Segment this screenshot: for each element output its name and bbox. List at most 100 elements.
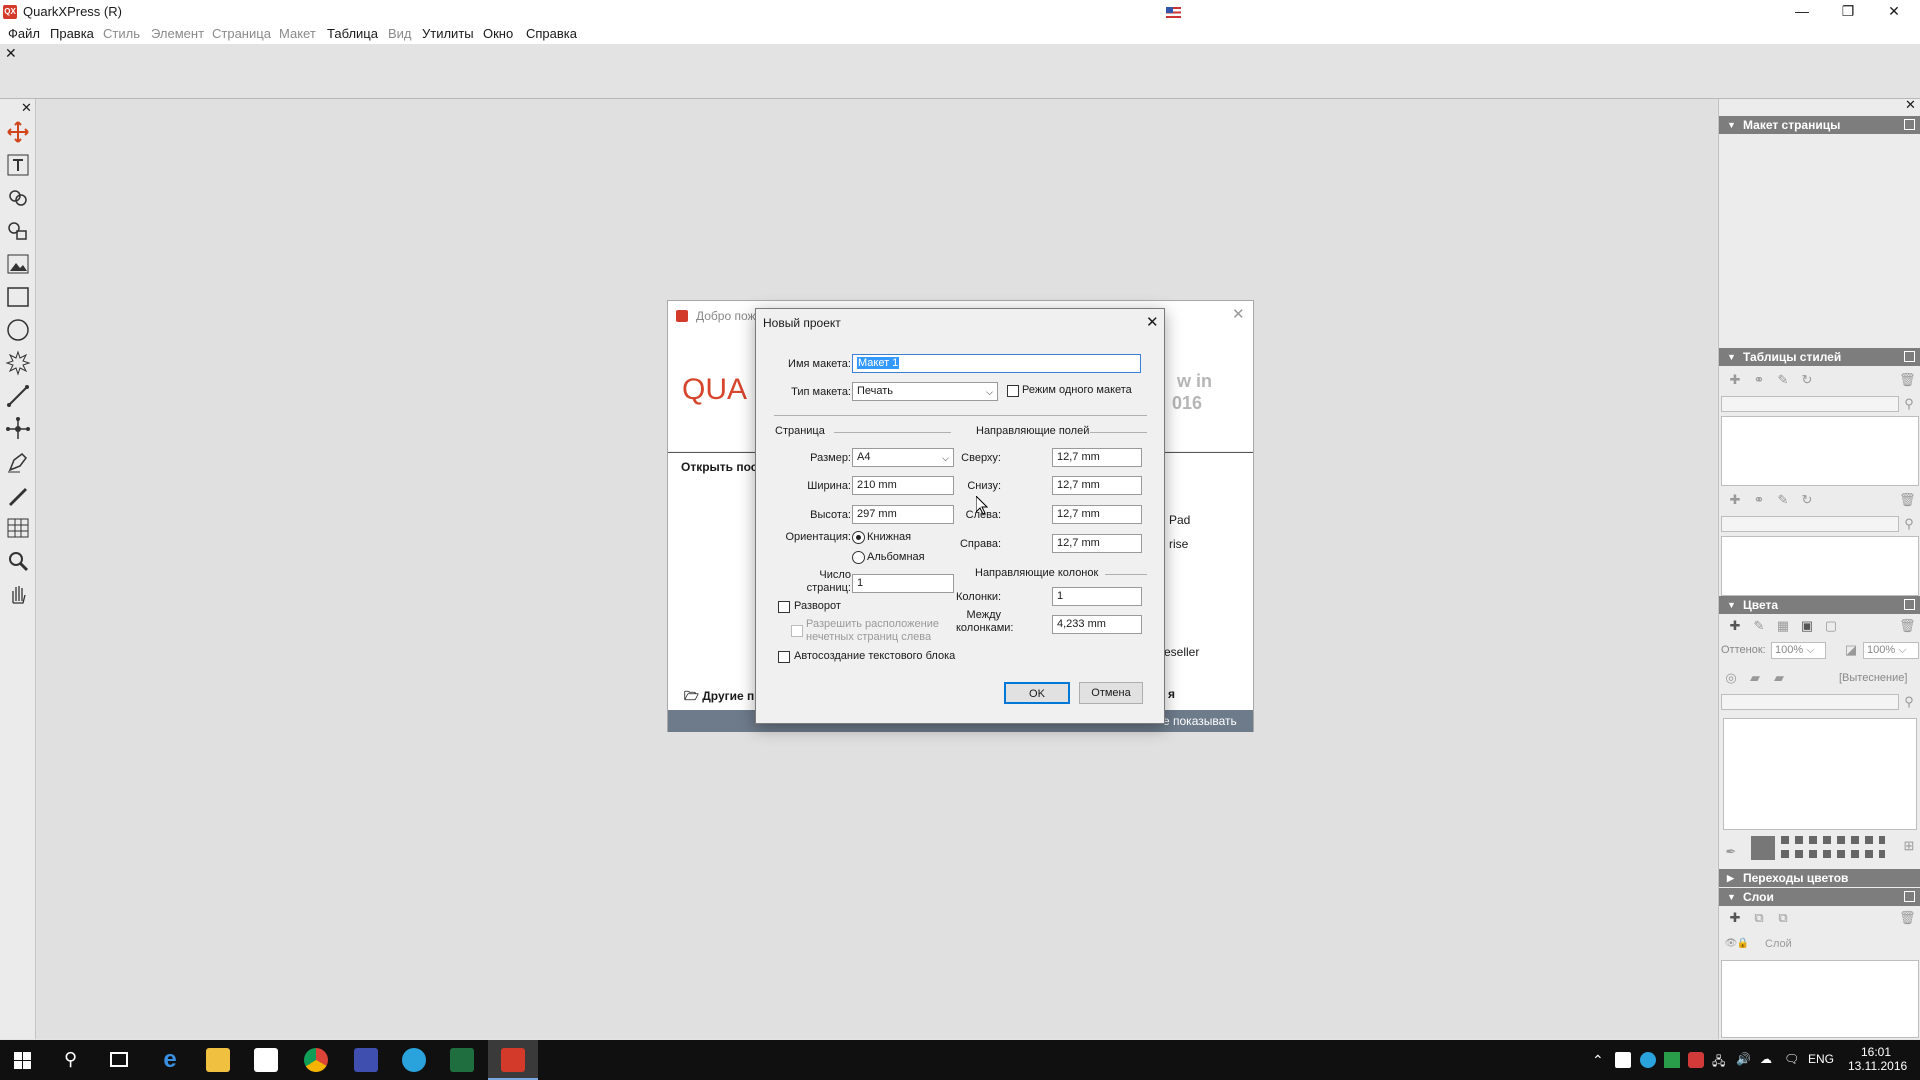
delete-color-icon[interactable]: 🗑 xyxy=(1899,618,1916,634)
linking-tool-icon[interactable] xyxy=(5,185,31,211)
chrome-icon[interactable] xyxy=(304,1048,328,1072)
paragraph-style-search[interactable] xyxy=(1721,396,1899,412)
allow-left-checkbox[interactable] xyxy=(791,625,803,637)
collapse-triangle-icon[interactable]: ▼ xyxy=(1727,596,1736,614)
resource-item-reseller[interactable]: eseller xyxy=(1164,645,1199,659)
menu-item[interactable]: Элемент xyxy=(151,26,204,41)
new-layer-icon[interactable]: ✚ xyxy=(1727,910,1743,926)
page-layout-header[interactable]: ▼ Макет страницы xyxy=(1719,116,1920,134)
move-tool-icon[interactable] xyxy=(5,119,31,145)
edge-browser-icon[interactable]: e xyxy=(158,1048,182,1072)
height-input[interactable]: 297 mm xyxy=(852,505,954,524)
overprint-icon[interactable]: ▰ xyxy=(1747,670,1763,686)
oval-box-icon[interactable] xyxy=(5,317,31,343)
monitor-tray-icon[interactable] xyxy=(1664,1052,1680,1068)
layer-name[interactable]: Слой xyxy=(1765,938,1792,950)
pop-out-icon[interactable] xyxy=(1904,891,1915,902)
picture-content-icon[interactable] xyxy=(5,251,31,277)
color-search[interactable] xyxy=(1721,694,1899,710)
new-color-icon[interactable]: ✚ xyxy=(1727,618,1743,634)
frame-color-icon[interactable]: ▦ xyxy=(1775,618,1791,634)
delete-char-style-icon[interactable]: 🗑 xyxy=(1899,492,1916,508)
menu-edit[interactable]: Правка xyxy=(50,26,94,41)
right-margin-input[interactable]: 12,7 mm xyxy=(1052,534,1142,553)
left-margin-input[interactable]: 12,7 mm xyxy=(1052,505,1142,524)
welcome-close-icon[interactable]: ✕ xyxy=(1232,305,1245,323)
delete-layer-icon[interactable]: 🗑 xyxy=(1899,910,1916,926)
layout-name-input[interactable]: Макет 1 xyxy=(852,354,1141,373)
color-list[interactable] xyxy=(1723,718,1917,830)
table-tool-icon[interactable] xyxy=(5,515,31,541)
width-input[interactable]: 210 mm xyxy=(852,476,954,495)
columns-input[interactable]: 1 xyxy=(1052,587,1142,606)
pen-tool-icon[interactable] xyxy=(5,449,31,475)
single-layout-checkbox[interactable] xyxy=(1007,385,1019,397)
quarkxpress-app-icon[interactable]: QX xyxy=(3,5,17,19)
action-center-icon[interactable]: 🗨 xyxy=(1784,1052,1799,1066)
duplicate-layer-icon[interactable]: ⧉ xyxy=(1775,910,1791,926)
duplicate-style-icon[interactable]: ⚭ xyxy=(1751,372,1767,388)
refresh-style-icon[interactable]: ↻ xyxy=(1799,372,1815,388)
text-color-icon[interactable]: ▢ xyxy=(1823,618,1839,634)
menu-page[interactable]: Страница xyxy=(212,26,271,41)
menu-file[interactable]: Файл xyxy=(8,26,40,41)
delete-style-icon[interactable]: 🗑 xyxy=(1899,372,1916,388)
telegram-icon[interactable] xyxy=(402,1048,426,1072)
restore-button[interactable]: ❐ xyxy=(1825,0,1871,24)
edit-style-icon[interactable]: ✎ xyxy=(1775,372,1791,388)
page-count-input[interactable]: 1 xyxy=(852,574,954,593)
cloud-tray-icon[interactable]: ☁ xyxy=(1760,1052,1772,1066)
edit-color-icon[interactable]: ✎ xyxy=(1751,618,1767,634)
collapse-triangle-icon[interactable]: ▼ xyxy=(1727,888,1736,906)
rectangle-box-icon[interactable] xyxy=(5,284,31,310)
line-tool-icon[interactable] xyxy=(5,383,31,409)
dont-show-again-label[interactable]: е показывать xyxy=(1163,714,1237,728)
windows-start-icon[interactable] xyxy=(14,1052,31,1069)
cancel-button[interactable]: Отмена xyxy=(1079,682,1143,704)
other-projects-link[interactable]: 🗁 Другие п xyxy=(684,687,754,708)
store-icon[interactable] xyxy=(254,1048,278,1072)
paragraph-style-list[interactable] xyxy=(1721,416,1919,486)
show-hidden-icons[interactable]: ⌃ xyxy=(1592,1052,1604,1069)
eyedropper-icon[interactable]: ✒ xyxy=(1723,844,1739,860)
menu-help[interactable]: Справка xyxy=(526,26,577,41)
edit-char-style-icon[interactable]: ✎ xyxy=(1775,492,1791,508)
top-margin-input[interactable]: 12,7 mm xyxy=(1052,448,1142,467)
swatch-grid[interactable] xyxy=(1781,836,1885,860)
char-style-search[interactable] xyxy=(1721,516,1899,532)
collapse-triangle-icon[interactable]: ▼ xyxy=(1727,348,1736,366)
file-explorer-icon[interactable] xyxy=(206,1048,230,1072)
unlinking-tool-icon[interactable] xyxy=(5,218,31,244)
pop-out-icon[interactable] xyxy=(1904,351,1915,362)
starburst-icon[interactable] xyxy=(5,350,31,376)
search-icon[interactable]: ⚲ xyxy=(64,1049,77,1070)
lock-icon[interactable]: 🔒 xyxy=(1735,936,1751,952)
app-window-icon[interactable] xyxy=(450,1048,474,1072)
toolbox-close-icon[interactable]: ✕ xyxy=(21,100,32,116)
measurements-close-icon[interactable]: ✕ xyxy=(5,45,17,62)
blend-icon[interactable]: ▰ xyxy=(1771,670,1787,686)
minimize-button[interactable]: — xyxy=(1779,0,1825,24)
freehand-icon[interactable] xyxy=(5,482,31,508)
menu-view[interactable]: Вид xyxy=(388,26,412,41)
refresh-char-style-icon[interactable]: ↻ xyxy=(1799,492,1815,508)
menu-table[interactable]: Таблица xyxy=(327,26,378,41)
pop-out-icon[interactable] xyxy=(1904,119,1915,130)
auto-text-box-checkbox[interactable] xyxy=(778,651,790,663)
menu-utilities[interactable]: Утилиты xyxy=(422,26,474,41)
layer-list[interactable] xyxy=(1721,960,1919,1038)
layout-type-select[interactable]: Печать ⌵ xyxy=(852,382,998,401)
gutter-width-input[interactable]: 4,233 mm xyxy=(1052,615,1142,634)
bezier-tool-icon[interactable] xyxy=(5,416,31,442)
trap-icon[interactable]: ◎ xyxy=(1723,670,1739,686)
resource-item-enterprise[interactable]: rise xyxy=(1169,537,1188,551)
ok-button[interactable]: OK xyxy=(1004,682,1070,704)
menu-layout[interactable]: Макет xyxy=(279,26,316,41)
palettes-close-icon[interactable]: ✕ xyxy=(1905,97,1916,113)
volume-icon[interactable]: 🔊 xyxy=(1736,1052,1751,1066)
facing-pages-checkbox[interactable] xyxy=(778,601,790,613)
add-swatch-icon[interactable]: ⊞ xyxy=(1901,838,1917,854)
color-swatch-current[interactable] xyxy=(1751,836,1775,860)
menu-window[interactable]: Окно xyxy=(483,26,513,41)
telegram-tray-icon[interactable] xyxy=(1640,1052,1656,1068)
